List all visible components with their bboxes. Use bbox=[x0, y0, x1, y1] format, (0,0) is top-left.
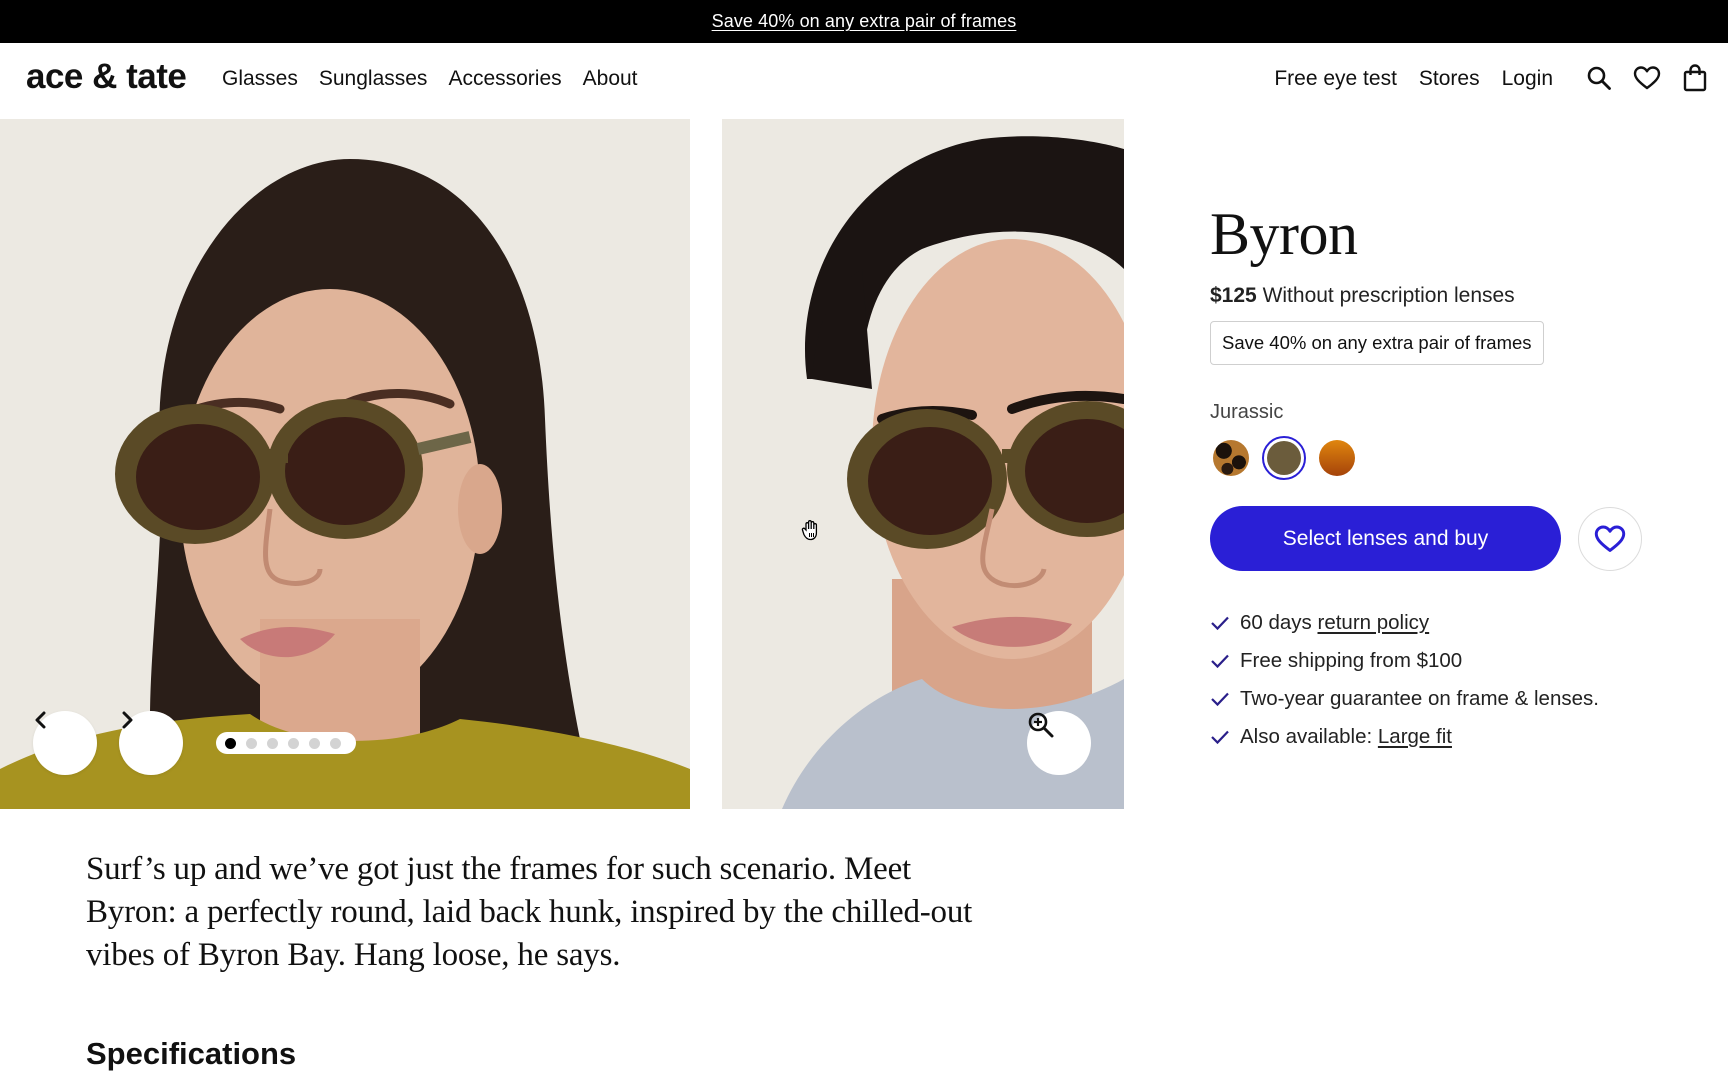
swatch-amber[interactable] bbox=[1319, 440, 1355, 476]
nav-about[interactable]: About bbox=[583, 67, 638, 91]
utility-nav: Free eye test Stores Login bbox=[1274, 67, 1553, 91]
check-icon bbox=[1211, 730, 1229, 745]
chevron-right-icon bbox=[122, 711, 133, 729]
promo-badge: Save 40% on any extra pair of frames bbox=[1210, 321, 1544, 365]
large-fit-link[interactable]: Large fit bbox=[1378, 725, 1452, 748]
usp-large-fit: Also available: Large fit bbox=[1210, 718, 1680, 756]
site-header: ace & tate Glasses Sunglasses Accessorie… bbox=[0, 43, 1728, 119]
selected-color-label: Jurassic bbox=[1210, 401, 1284, 423]
pagination-dot-4[interactable] bbox=[288, 737, 299, 749]
purchase-actions: Select lenses and buy bbox=[1210, 506, 1680, 571]
gallery-pagination bbox=[216, 732, 356, 754]
return-policy-link[interactable]: return policy bbox=[1318, 611, 1430, 634]
color-swatches bbox=[1210, 436, 1680, 480]
shopping-bag-icon[interactable] bbox=[1680, 63, 1710, 93]
add-to-wishlist-button[interactable] bbox=[1578, 506, 1642, 571]
check-icon bbox=[1211, 654, 1229, 669]
zoom-in-icon bbox=[1028, 712, 1054, 738]
usp-list: 60 days return policy Free shipping from… bbox=[1210, 604, 1680, 756]
product-photo-woman[interactable] bbox=[0, 119, 690, 809]
usp-return-policy: 60 days return policy bbox=[1210, 604, 1680, 642]
product-info: Byron $125 Without prescription lenses S… bbox=[1210, 190, 1680, 756]
nav-sunglasses[interactable]: Sunglasses bbox=[319, 67, 428, 91]
chevron-left-icon bbox=[35, 711, 46, 729]
search-icon[interactable] bbox=[1584, 63, 1614, 93]
gallery-next-button[interactable] bbox=[119, 711, 183, 775]
nav-accessories[interactable]: Accessories bbox=[448, 67, 561, 91]
product-price: $125 bbox=[1210, 284, 1257, 307]
gallery-prev-button[interactable] bbox=[33, 711, 97, 775]
usp-guarantee: Two-year guarantee on frame & lenses. bbox=[1210, 680, 1680, 718]
promo-bar: Save 40% on any extra pair of frames bbox=[0, 0, 1728, 43]
pagination-dot-5[interactable] bbox=[309, 737, 320, 749]
nav-login[interactable]: Login bbox=[1502, 67, 1553, 91]
logo[interactable]: ace & tate bbox=[26, 57, 187, 97]
main-nav: Glasses Sunglasses Accessories About bbox=[222, 67, 638, 91]
pagination-dot-1[interactable] bbox=[225, 737, 236, 749]
header-icons bbox=[1584, 63, 1710, 93]
select-lenses-button[interactable]: Select lenses and buy bbox=[1210, 506, 1561, 571]
swatch-tortoise[interactable] bbox=[1213, 440, 1249, 476]
pagination-dot-6[interactable] bbox=[330, 737, 341, 749]
heart-icon bbox=[1594, 525, 1626, 552]
pagination-dot-2[interactable] bbox=[246, 737, 257, 749]
promo-link[interactable]: Save 40% on any extra pair of frames bbox=[712, 11, 1017, 32]
pagination-dot-3[interactable] bbox=[267, 737, 278, 749]
price-line: $125 Without prescription lenses bbox=[1210, 284, 1680, 308]
check-icon bbox=[1211, 616, 1229, 631]
grab-cursor-icon bbox=[800, 518, 824, 547]
price-note: Without prescription lenses bbox=[1262, 284, 1515, 307]
product-photo-man[interactable] bbox=[722, 119, 1124, 809]
swatch-jurassic[interactable] bbox=[1262, 436, 1306, 480]
product-title: Byron bbox=[1210, 201, 1358, 267]
nav-free-eye-test[interactable]: Free eye test bbox=[1274, 67, 1397, 91]
product-description: Surf’s up and we’ve got just the frames … bbox=[86, 851, 973, 973]
product-gallery bbox=[0, 119, 1124, 809]
gallery-zoom-button[interactable] bbox=[1027, 711, 1091, 775]
nav-stores[interactable]: Stores bbox=[1419, 67, 1480, 91]
specifications-heading[interactable]: Specifications bbox=[86, 1036, 296, 1072]
check-icon bbox=[1211, 692, 1229, 707]
heart-icon[interactable] bbox=[1632, 63, 1662, 93]
usp-free-shipping: Free shipping from $100 bbox=[1210, 642, 1680, 680]
nav-glasses[interactable]: Glasses bbox=[222, 67, 298, 91]
